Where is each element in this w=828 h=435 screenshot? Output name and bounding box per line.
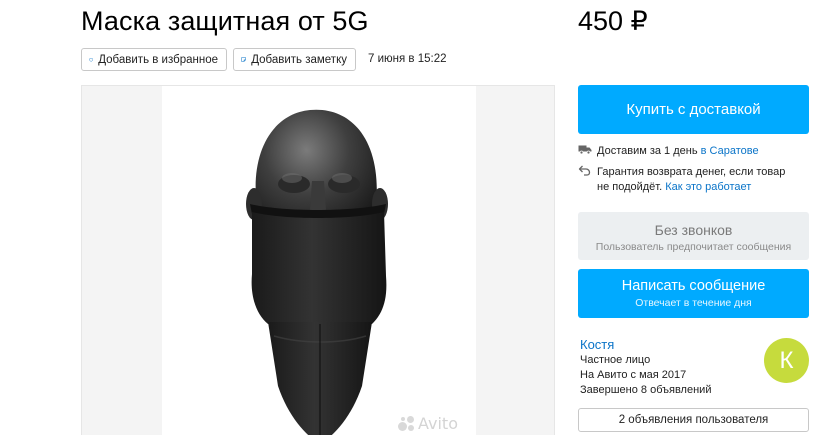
seller-completed-ads: Завершено 8 объявлений: [580, 384, 712, 396]
publish-date: 7 июня в 15:22: [368, 53, 447, 65]
write-message-label: Написать сообщение: [621, 278, 766, 294]
listing-title: Маска защитная от 5G: [81, 6, 369, 36]
write-message-button[interactable]: Написать сообщение Отвечает в течение дн…: [578, 269, 809, 318]
user-ads-button[interactable]: 2 объявления пользователя: [578, 408, 809, 432]
how-it-works-link[interactable]: Как это работает: [665, 181, 751, 193]
guarantee-text-1: Гарантия возврата денег, если товар: [597, 166, 786, 178]
favorites-label: Добавить в избранное: [98, 53, 218, 66]
photo-gallery[interactable]: Avito: [81, 85, 555, 435]
mask-illustration: [246, 109, 388, 435]
no-calls-title: Без звонков: [654, 222, 733, 238]
guarantee-info: Гарантия возврата денег, если товар не п…: [578, 165, 785, 195]
delivery-info: Доставим за 1 день в Саратове: [578, 144, 759, 160]
seller-avatar[interactable]: К: [764, 338, 809, 383]
seller-name-link[interactable]: Костя: [580, 337, 614, 352]
note-label: Добавить заметку: [251, 53, 347, 66]
watermark-text: Avito: [418, 414, 458, 433]
add-to-favorites-button[interactable]: Добавить в избранное: [81, 48, 227, 71]
listing-price: 450 ₽: [578, 6, 648, 36]
avito-watermark: Avito: [398, 414, 458, 433]
avito-logo-icon: [398, 415, 416, 432]
heart-icon: [89, 57, 94, 62]
seller-since: На Авито с мая 2017: [580, 369, 687, 381]
delivery-city-link[interactable]: в Саратове: [701, 145, 759, 157]
note-icon: [241, 57, 246, 62]
guarantee-text-2: не подойдёт.: [597, 181, 663, 193]
add-note-button[interactable]: Добавить заметку: [233, 48, 356, 71]
no-calls-subtitle: Пользователь предпочитает сообщения: [595, 241, 792, 253]
delivery-text: Доставим за 1 день: [597, 145, 698, 157]
buy-with-delivery-button[interactable]: Купить с доставкой: [578, 85, 809, 134]
no-calls-button[interactable]: Без звонков Пользователь предпочитает со…: [578, 212, 809, 260]
truck-icon: [578, 144, 597, 160]
response-time: Отвечает в течение дня: [635, 297, 752, 309]
seller-type: Частное лицо: [580, 354, 651, 366]
return-arrow-icon: [578, 165, 597, 195]
product-photo[interactable]: [162, 86, 476, 435]
